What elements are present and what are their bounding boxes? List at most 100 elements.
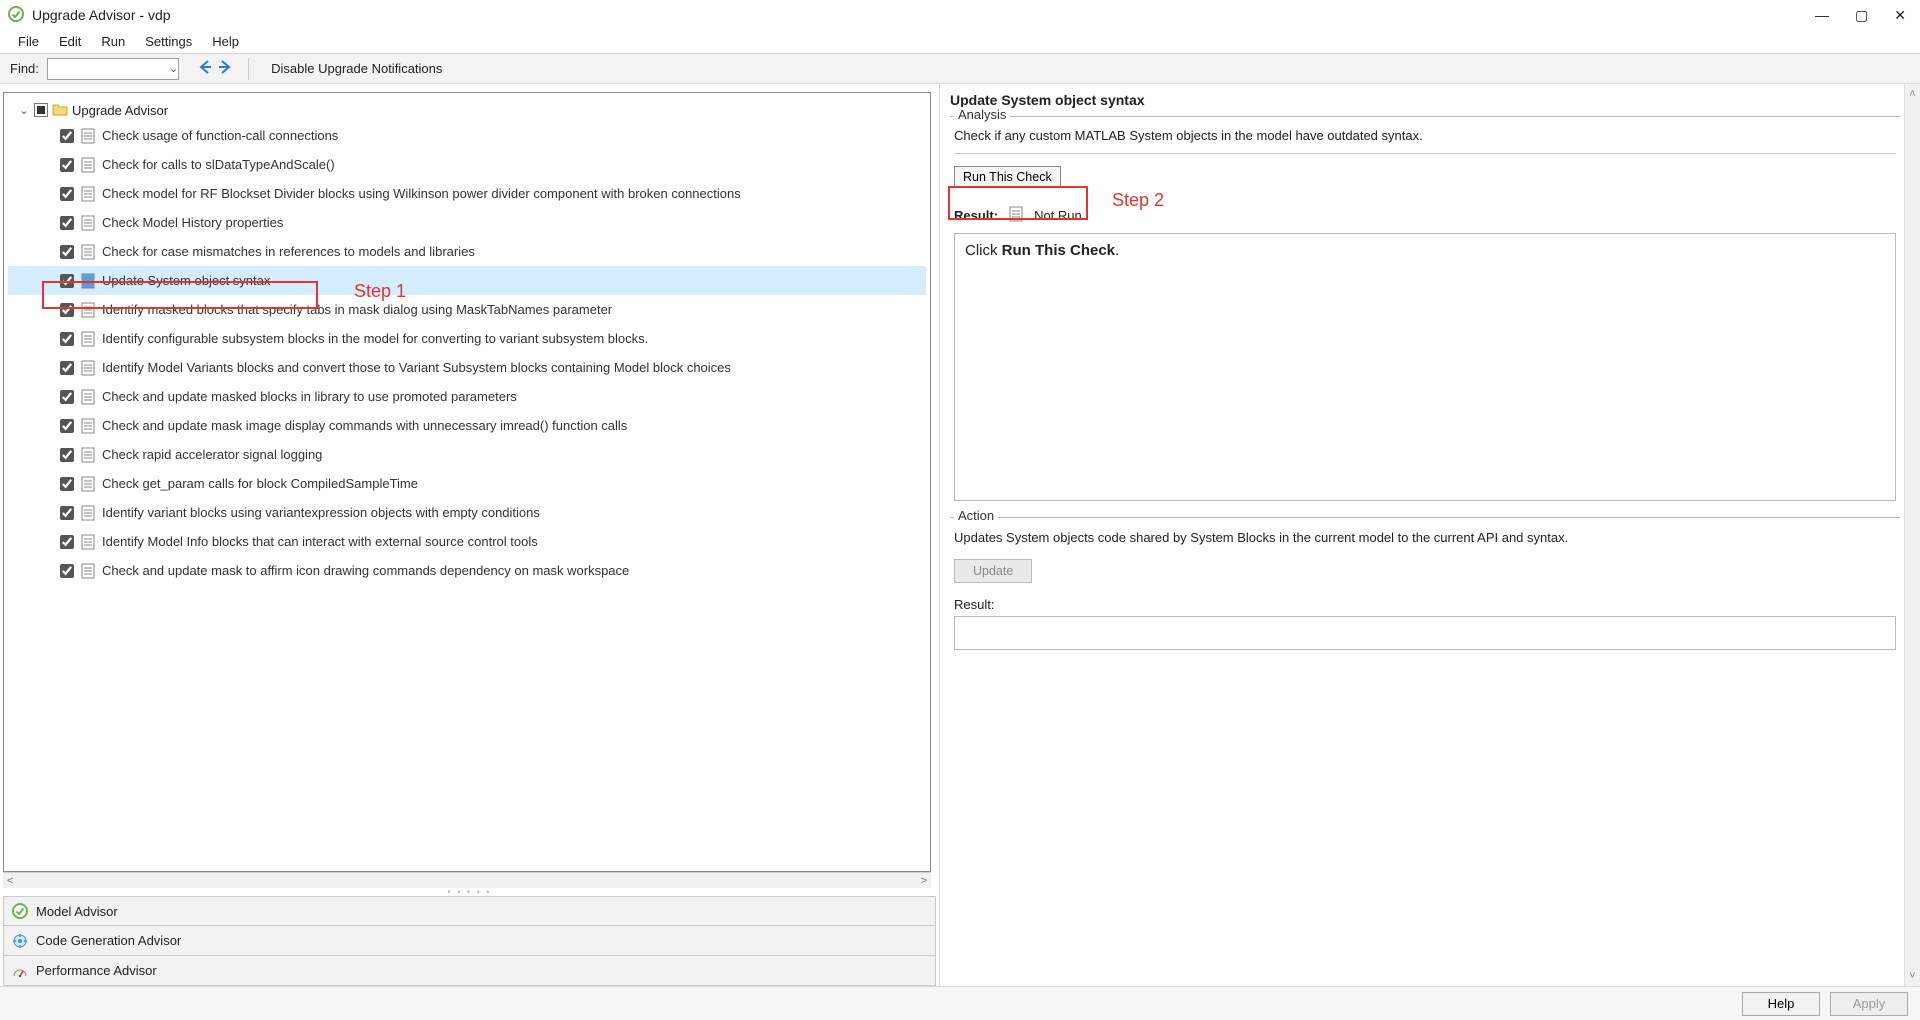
- tree-root[interactable]: ⌄ Upgrade Advisor: [8, 99, 926, 121]
- toolbar: Find: ⌄ Disable Upgrade Notifications: [0, 54, 1920, 84]
- document-icon: [80, 534, 96, 550]
- tree-item[interactable]: Identify Model Variants blocks and conve…: [8, 353, 926, 382]
- tree-item[interactable]: Check for case mismatches in references …: [8, 237, 926, 266]
- result-body-prefix: Click: [965, 242, 1002, 259]
- maximize-button[interactable]: ▢: [1855, 7, 1868, 24]
- tree-item-checkbox[interactable]: [60, 158, 74, 172]
- tree-item-checkbox[interactable]: [60, 332, 74, 346]
- tree-item[interactable]: Check usage of function-call connections: [8, 121, 926, 150]
- analysis-section: Analysis Check if any custom MATLAB Syst…: [950, 116, 1900, 509]
- tree-item[interactable]: Check and update mask image display comm…: [8, 411, 926, 440]
- tree-item[interactable]: Check for calls to slDataTypeAndScale(): [8, 150, 926, 179]
- advisor-model[interactable]: Model Advisor: [3, 896, 936, 926]
- right-scrollbar[interactable]: ˄˅: [1904, 84, 1920, 986]
- tree-item[interactable]: Check rapid accelerator signal logging: [8, 440, 926, 469]
- result-body-bold: Run This Check: [1002, 242, 1115, 259]
- find-dropdown-icon[interactable]: ⌄: [169, 62, 178, 75]
- minimize-button[interactable]: —: [1815, 7, 1829, 24]
- tree-item[interactable]: Check get_param calls for block Compiled…: [8, 469, 926, 498]
- resize-grip[interactable]: • • • • •: [0, 888, 939, 896]
- tree-item-label: Check get_param calls for block Compiled…: [102, 476, 418, 491]
- tree-item-checkbox[interactable]: [60, 303, 74, 317]
- tree-item-checkbox[interactable]: [60, 448, 74, 462]
- document-icon: [80, 331, 96, 347]
- root-checkbox[interactable]: [34, 103, 48, 117]
- tree-item-label: Check and update mask image display comm…: [102, 418, 627, 433]
- tree-item-label: Check model for RF Blockset Divider bloc…: [102, 186, 741, 201]
- step2-label: Step 2: [1112, 190, 1164, 211]
- tree-item-checkbox[interactable]: [60, 390, 74, 404]
- menu-file[interactable]: File: [8, 31, 49, 52]
- menu-help[interactable]: Help: [202, 31, 249, 52]
- tree-item-checkbox[interactable]: [60, 274, 74, 288]
- find-next-button[interactable]: [216, 58, 234, 79]
- tree-item-checkbox[interactable]: [60, 419, 74, 433]
- run-this-check-button[interactable]: Run This Check: [954, 166, 1061, 188]
- tree-item-label: Check and update mask to affirm icon dra…: [102, 563, 629, 578]
- result-label: Result:: [954, 208, 998, 223]
- tree-item-checkbox[interactable]: [60, 535, 74, 549]
- tree-item[interactable]: Identify masked blocks that specify tabs…: [8, 295, 926, 324]
- app-icon: [8, 6, 24, 25]
- apply-button[interactable]: Apply: [1830, 992, 1908, 1016]
- advisor-model-label: Model Advisor: [36, 904, 118, 919]
- tree-item[interactable]: Update System object syntax: [8, 266, 926, 295]
- tree-item[interactable]: Check and update mask to affirm icon dra…: [8, 556, 926, 585]
- find-prev-button[interactable]: [196, 58, 214, 79]
- result-status: Not Run: [1034, 208, 1082, 223]
- menu-settings[interactable]: Settings: [135, 31, 202, 52]
- menu-run[interactable]: Run: [91, 31, 135, 52]
- tree-item-label: Identify masked blocks that specify tabs…: [102, 302, 612, 317]
- tree-item[interactable]: Check model for RF Blockset Divider bloc…: [8, 179, 926, 208]
- tree-root-label: Upgrade Advisor: [72, 103, 168, 118]
- advisor-performance[interactable]: Performance Advisor: [3, 956, 936, 986]
- check-tree[interactable]: ⌄ Upgrade Advisor Check usage of functio…: [3, 92, 931, 872]
- tree-item-label: Check and update masked blocks in librar…: [102, 389, 517, 404]
- tree-item[interactable]: Identify Model Info blocks that can inte…: [8, 527, 926, 556]
- tree-item-checkbox[interactable]: [60, 245, 74, 259]
- document-icon: [80, 418, 96, 434]
- tree-item[interactable]: Identify variant blocks using variantexp…: [8, 498, 926, 527]
- tree-item-label: Identify Model Info blocks that can inte…: [102, 534, 538, 549]
- advisor-codegen[interactable]: Code Generation Advisor: [3, 926, 936, 956]
- result-body-suffix: .: [1115, 242, 1119, 259]
- tree-item-label: Check rapid accelerator signal logging: [102, 447, 322, 462]
- find-input[interactable]: [47, 58, 179, 80]
- menu-edit[interactable]: Edit: [49, 31, 91, 52]
- action-legend: Action: [954, 508, 998, 523]
- tree-item-checkbox[interactable]: [60, 564, 74, 578]
- detail-title: Update System object syntax: [950, 92, 1900, 108]
- tree-item-checkbox[interactable]: [60, 187, 74, 201]
- expand-icon[interactable]: ⌄: [18, 104, 30, 117]
- tree-item-checkbox[interactable]: [60, 361, 74, 375]
- document-icon: [80, 273, 96, 289]
- tree-item-label: Check Model History properties: [102, 215, 283, 230]
- disable-notifications-button[interactable]: Disable Upgrade Notifications: [263, 58, 450, 79]
- document-icon: [80, 389, 96, 405]
- folder-icon: [52, 101, 68, 120]
- update-button[interactable]: Update: [954, 559, 1032, 583]
- analysis-description: Check if any custom MATLAB System object…: [954, 128, 1896, 143]
- action-description: Updates System objects code shared by Sy…: [954, 529, 1896, 547]
- tree-item-label: Check usage of function-call connections: [102, 128, 338, 143]
- document-icon: [80, 215, 96, 231]
- action-result-label: Result:: [954, 597, 1896, 612]
- tree-horizontal-scrollbar[interactable]: <>: [3, 872, 931, 888]
- tree-item-label: Identify configurable subsystem blocks i…: [102, 331, 648, 346]
- document-icon: [80, 302, 96, 318]
- advisor-codegen-label: Code Generation Advisor: [36, 933, 181, 948]
- tree-item-checkbox[interactable]: [60, 129, 74, 143]
- tree-item-checkbox[interactable]: [60, 506, 74, 520]
- tree-item-checkbox[interactable]: [60, 477, 74, 491]
- document-icon: [80, 563, 96, 579]
- tree-item[interactable]: Check and update masked blocks in librar…: [8, 382, 926, 411]
- tree-item[interactable]: Identify configurable subsystem blocks i…: [8, 324, 926, 353]
- close-button[interactable]: ✕: [1894, 7, 1906, 24]
- tree-item[interactable]: Check Model History properties: [8, 208, 926, 237]
- step1-label: Step 1: [354, 281, 406, 302]
- document-icon: [80, 360, 96, 376]
- result-status-icon: [1008, 206, 1024, 225]
- document-icon: [80, 447, 96, 463]
- tree-item-checkbox[interactable]: [60, 216, 74, 230]
- help-button[interactable]: Help: [1742, 992, 1820, 1016]
